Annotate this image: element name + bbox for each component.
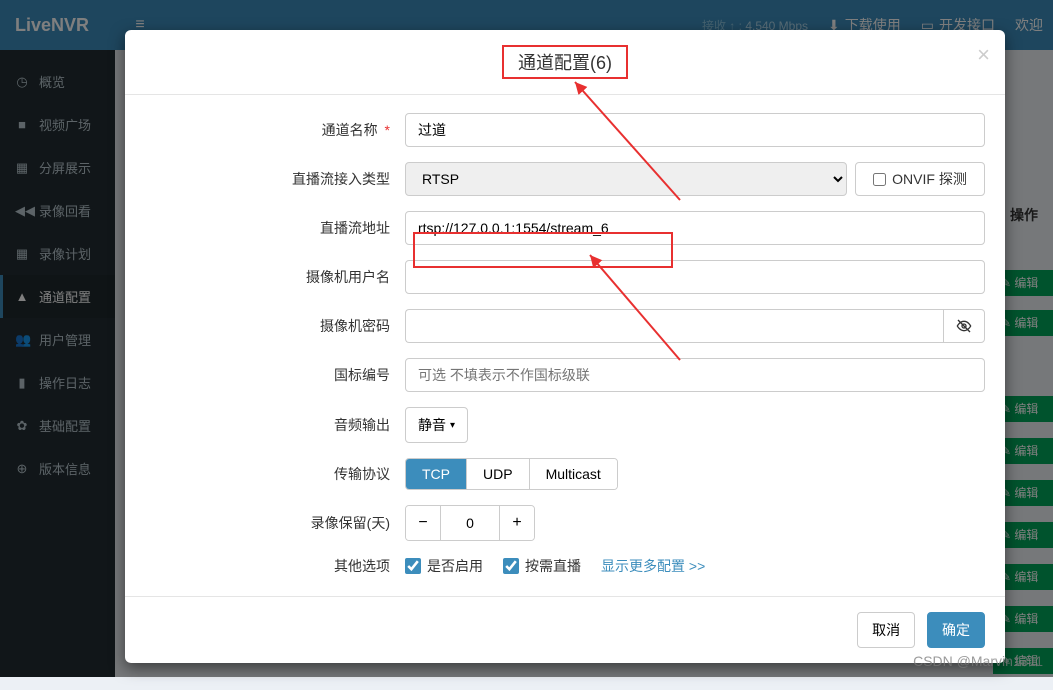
audio-output-dropdown[interactable]: 静音 ▾ [405, 407, 468, 443]
channel-config-modal: 通道配置(6) × 通道名称 * 直播流接入类型 RTSP ONVIF 探测 [125, 30, 1005, 663]
label-stream-addr: 直播流地址 [145, 218, 405, 238]
cancel-button[interactable]: 取消 [857, 612, 915, 648]
transport-tcp-button[interactable]: TCP [406, 459, 467, 489]
onvif-probe-checkbox[interactable]: ONVIF 探测 [855, 162, 985, 196]
label-audio-out: 音频输出 [145, 415, 405, 435]
toggle-password-icon[interactable] [943, 309, 985, 343]
label-stream-type: 直播流接入类型 [145, 169, 405, 189]
label-cam-pass: 摄像机密码 [145, 316, 405, 336]
gb-code-input[interactable] [405, 358, 985, 392]
channel-name-input[interactable] [405, 113, 985, 147]
label-cam-user: 摄像机用户名 [145, 267, 405, 287]
label-gb-code: 国标编号 [145, 365, 405, 385]
transport-multicast-button[interactable]: Multicast [530, 459, 617, 489]
confirm-button[interactable]: 确定 [927, 612, 985, 648]
ondemand-checkbox[interactable]: 按需直播 [503, 556, 581, 576]
stream-type-select[interactable]: RTSP [405, 162, 847, 196]
record-retain-spinner: − + [405, 505, 535, 541]
label-other-opts: 其他选项 [145, 556, 405, 576]
transport-udp-button[interactable]: UDP [467, 459, 530, 489]
close-icon[interactable]: × [977, 42, 990, 68]
cam-pass-input[interactable] [405, 309, 943, 343]
label-channel-name: 通道名称 * [145, 120, 405, 140]
record-retain-input[interactable] [440, 506, 500, 540]
spinner-minus-button[interactable]: − [406, 506, 440, 540]
enable-checkbox[interactable]: 是否启用 [405, 556, 483, 576]
spinner-plus-button[interactable]: + [500, 506, 534, 540]
stream-addr-input[interactable] [405, 211, 985, 245]
caret-down-icon: ▾ [450, 420, 455, 431]
transport-protocol-group: TCPUDPMulticast [405, 458, 618, 490]
show-more-config-link[interactable]: 显示更多配置 >> [601, 556, 705, 576]
label-transport: 传输协议 [145, 464, 405, 484]
watermark: CSDN @Marvin1311 [913, 653, 1043, 669]
cam-user-input[interactable] [405, 260, 985, 294]
label-record-retain: 录像保留(天) [145, 513, 405, 533]
modal-title: 通道配置(6) [502, 45, 628, 79]
